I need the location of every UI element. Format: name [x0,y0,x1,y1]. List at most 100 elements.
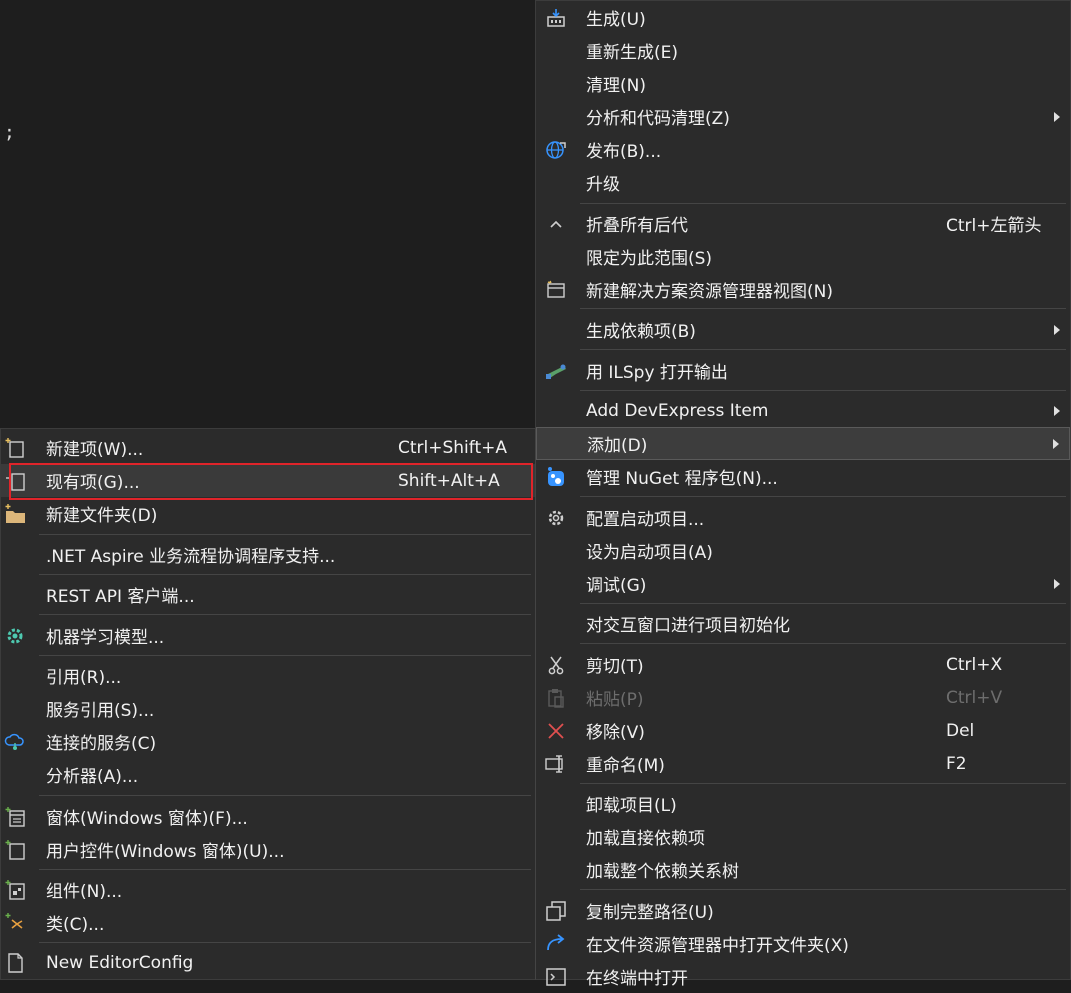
scissors-icon [544,653,568,677]
menu-item-label: 机器学习模型... [46,628,165,648]
class-icon [3,911,27,935]
separator [39,795,531,796]
menu-item-shortcut: Ctrl+Shift+A [398,437,508,458]
menu-item-label: 引用(R)... [46,668,122,688]
menu-item-upgrade[interactable]: 升级 [536,166,1070,199]
menu-item-label: 重命名(M) [586,756,665,776]
menu-item-label: 粘贴(P) [586,690,644,710]
menu-item-debug[interactable]: 调试(G) [536,567,1070,600]
menu-item-label: 窗体(Windows 窗体)(F)... [46,809,248,829]
menu-item-copy-path[interactable]: 复制完整路径(U) [536,894,1070,927]
menu-item-label: 连接的服务(C) [46,734,157,754]
separator [580,889,1066,890]
submenu-item-windows-form[interactable]: 窗体(Windows 窗体)(F)... [1,800,535,833]
menu-item-label: 移除(V) [586,723,645,743]
submenu-item-class[interactable]: 类(C)... [1,906,535,939]
submenu-item-connected-service[interactable]: 连接的服务(C) [1,725,535,758]
menu-item-label: 设为启动项目(A) [586,543,713,563]
terminal-icon [544,965,568,989]
editorconfig-file-icon [3,951,27,975]
menu-item-interactive-init[interactable]: 对交互窗口进行项目初始化 [536,607,1070,640]
submenu-item-aspire[interactable]: .NET Aspire 业务流程协调程序支持... [1,538,535,571]
separator [39,574,531,575]
submenu-item-analyzer[interactable]: 分析器(A)... [1,758,535,791]
menu-item-label: 服务引用(S)... [46,701,155,721]
menu-item-add[interactable]: 添加(D) [536,427,1070,460]
menu-item-devexpress[interactable]: Add DevExpress Item [536,394,1070,427]
open-folder-arrow-icon [544,932,568,956]
menu-item-label: 对交互窗口进行项目初始化 [586,616,790,636]
submenu-item-service-reference[interactable]: 服务引用(S)... [1,692,535,725]
menu-item-shortcut: F2 [946,753,967,774]
user-control-icon [3,838,27,862]
menu-item-configure-startup[interactable]: 配置启动项目... [536,501,1070,534]
remove-x-icon [544,719,568,743]
menu-item-new-view[interactable]: 新建解决方案资源管理器视图(N) [536,273,1070,306]
ilspy-icon [544,359,568,383]
menu-item-set-startup[interactable]: 设为启动项目(A) [536,534,1070,567]
submenu-item-reference[interactable]: 引用(R)... [1,659,535,692]
menu-item-analyze[interactable]: 分析和代码清理(Z) [536,100,1070,133]
menu-item-rename[interactable]: 重命名(M) F2 [536,747,1070,780]
separator [580,390,1066,391]
menu-item-shortcut: Ctrl+X [946,654,1003,675]
code-fragment: ; [4,122,15,143]
menu-item-shortcut: Del [946,720,975,741]
submenu-item-new-item[interactable]: 新建项(W)... Ctrl+Shift+A [1,431,535,464]
menu-item-paste[interactable]: 粘贴(P) Ctrl+V [536,681,1070,714]
menu-item-label: 剪切(T) [586,657,644,677]
globe-publish-icon [544,138,568,162]
menu-item-label: 分析器(A)... [46,767,139,787]
menu-item-unload[interactable]: 卸载项目(L) [536,787,1070,820]
menu-item-build[interactable]: 生成(U) [536,1,1070,34]
submenu-item-user-control[interactable]: 用户控件(Windows 窗体)(U)... [1,833,535,866]
separator [580,349,1066,350]
nuget-icon [544,465,568,489]
separator [580,643,1066,644]
menu-item-label: 调试(G) [586,576,647,596]
menu-item-shortcut: Shift+Alt+A [398,470,500,491]
menu-item-label: New EditorConfig [46,952,194,973]
menu-item-label: 折叠所有后代 [586,216,688,236]
menu-item-open-terminal[interactable]: 在终端中打开 [536,960,1070,993]
menu-item-label: 管理 NuGet 程序包(N)... [586,469,778,489]
menu-item-remove[interactable]: 移除(V) Del [536,714,1070,747]
connected-service-icon [3,730,27,754]
menu-item-label: 新建项(W)... [46,440,144,460]
menu-item-publish[interactable]: 发布(B)... [536,133,1070,166]
menu-item-nuget[interactable]: 管理 NuGet 程序包(N)... [536,460,1070,493]
separator [580,603,1066,604]
menu-item-build-deps[interactable]: 生成依赖项(B) [536,313,1070,346]
submenu-item-new-folder[interactable]: 新建文件夹(D) [1,497,535,530]
submenu-arrow-icon [1054,324,1060,335]
menu-item-label: 用户控件(Windows 窗体)(U)... [46,842,285,862]
menu-item-ilspy[interactable]: 用 ILSpy 打开输出 [536,354,1070,387]
separator [580,308,1066,309]
menu-item-label: 用 ILSpy 打开输出 [586,363,728,383]
menu-item-label: 清理(N) [586,76,646,96]
menu-item-label: Add DevExpress Item [586,400,769,421]
menu-item-label: 新建文件夹(D) [46,506,158,526]
menu-item-cut[interactable]: 剪切(T) Ctrl+X [536,648,1070,681]
menu-item-clean[interactable]: 清理(N) [536,67,1070,100]
new-view-icon [544,278,568,302]
submenu-item-editorconfig[interactable]: New EditorConfig [1,946,535,979]
submenu-arrow-icon [1054,111,1060,122]
menu-item-rebuild[interactable]: 重新生成(E) [536,34,1070,67]
submenu-item-component[interactable]: 组件(N)... [1,873,535,906]
menu-item-label: 重新生成(E) [586,43,679,63]
menu-item-load-direct-deps[interactable]: 加载直接依赖项 [536,820,1070,853]
code-editor[interactable]: ; [0,0,534,430]
menu-item-scope[interactable]: 限定为此范围(S) [536,240,1070,273]
menu-item-load-dep-tree[interactable]: 加载整个依赖关系树 [536,853,1070,886]
build-icon [544,6,568,30]
submenu-item-ml-model[interactable]: 机器学习模型... [1,619,535,652]
menu-item-shortcut: Ctrl+V [946,687,1003,708]
menu-item-open-in-explorer[interactable]: 在文件资源管理器中打开文件夹(X) [536,927,1070,960]
menu-item-collapse-all[interactable]: 折叠所有后代 Ctrl+左箭头 [536,207,1070,240]
separator [39,869,531,870]
separator [580,783,1066,784]
submenu-item-existing-item[interactable]: 现有项(G)... Shift+Alt+A [1,464,535,497]
submenu-item-rest-client[interactable]: REST API 客户端... [1,578,535,611]
separator [39,942,531,943]
